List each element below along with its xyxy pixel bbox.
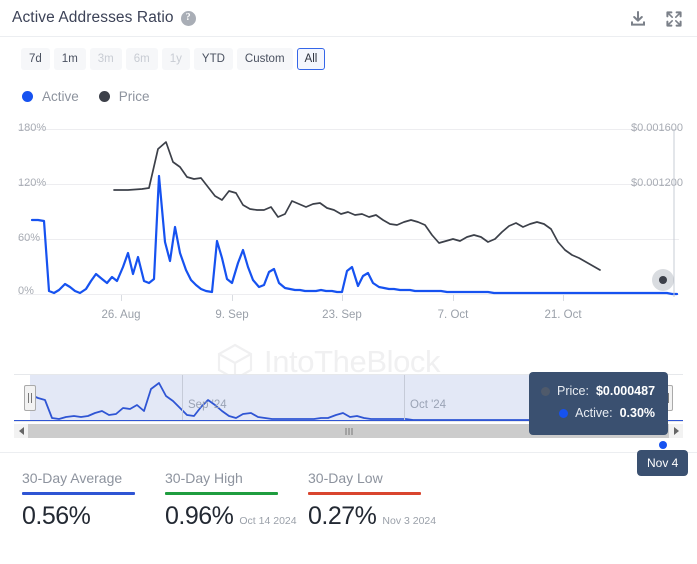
stat-30-day-low: 30-Day Low 0.27% Nov 3 2024 [308,470,451,529]
stat-date-high: Oct 14 2024 [239,515,296,529]
series-line-active [32,176,677,294]
stat-30-day-average: 30-Day Average 0.56% [22,470,165,529]
help-icon[interactable]: ? [181,11,196,26]
range-button-7d[interactable]: 7d [21,48,50,70]
tooltip-dot-price-icon [541,387,550,396]
x-tick-mark-3 [342,295,343,301]
active-point-dot [659,441,667,449]
stat-value-low: 0.27% [308,504,376,529]
navigator-divider-oct [404,375,405,421]
scrollbar-left-arrow-icon[interactable] [14,424,28,438]
range-button-all[interactable]: All [297,48,326,70]
stat-value-average: 0.56% [22,504,90,529]
stat-30-day-high: 30-Day High 0.96% Oct 14 2024 [165,470,308,529]
tooltip-key-active: Active: [575,403,613,425]
stat-title-low: 30-Day Low [308,470,451,486]
stat-date-low: Nov 3 2024 [382,515,436,529]
x-axis-tick-9-sep: 9. Sep [215,309,248,321]
legend-item-price[interactable]: Price [99,89,150,104]
x-tick-mark-2 [232,295,233,301]
x-axis-tick-26-aug: 26. Aug [101,309,140,321]
stat-rule-average [22,492,135,495]
tooltip-value-price: $0.000487 [596,381,655,403]
legend-label-active: Active [42,89,79,104]
x-tick-mark-5 [563,295,564,301]
x-axis: 26. Aug 9. Sep 23. Sep 7. Oct 21. Oct [0,295,697,323]
stat-rule-low [308,492,421,495]
time-range-selector: 7d 1m 3m 6m 1y YTD Custom All [0,37,697,80]
legend-dot-price-icon [99,91,110,102]
tooltip-date-badge: Nov 4 [637,450,688,476]
stat-value-high: 0.96% [165,504,233,529]
series-line-price [114,142,600,270]
range-button-1y: 1y [162,48,190,70]
legend-label-price: Price [119,89,150,104]
range-button-1m[interactable]: 1m [54,48,86,70]
chart-legend: Active Price [0,80,697,112]
range-button-custom[interactable]: Custom [237,48,293,70]
x-axis-tick-21-oct: 21. Oct [544,309,581,321]
chart-series-svg [18,129,679,299]
tooltip-value-active: 0.30% [620,403,655,425]
help-icon-glyph: ? [186,13,191,23]
stat-title-high: 30-Day High [165,470,308,486]
range-button-ytd[interactable]: YTD [194,48,233,70]
legend-item-active[interactable]: Active [22,89,79,104]
navigator-handle-left[interactable] [24,385,36,411]
tooltip-dot-active-icon [559,409,568,418]
navigator-label-sep: Sep '24 [188,399,227,411]
x-tick-mark-4 [453,295,454,301]
price-point-dot [659,276,667,284]
legend-dot-active-icon [22,91,33,102]
fullscreen-icon[interactable] [665,10,683,28]
scrollbar-right-arrow-icon[interactable] [669,424,683,438]
page-title: Active Addresses Ratio [0,9,174,27]
header-actions [629,0,683,37]
widget-header: Active Addresses Ratio ? [0,0,697,37]
stat-rule-high [165,492,278,495]
active-addresses-ratio-widget: Active Addresses Ratio ? 7d 1m 3m 6m 1y … [0,0,697,564]
download-icon[interactable] [629,10,647,28]
x-axis-tick-23-sep: 23. Sep [322,309,362,321]
scrollbar-grip-icon [345,424,352,438]
stats-panel: 30-Day Average 0.56% 30-Day High 0.96% O… [0,452,697,529]
range-button-3m: 3m [90,48,122,70]
tooltip-key-price: Price: [557,381,589,403]
range-button-6m: 6m [126,48,158,70]
stat-title-average: 30-Day Average [22,470,165,486]
tooltip-row-price: Price: $0.000487 [541,381,655,403]
chart-tooltip: Price: $0.000487 Active: 0.30% [529,372,668,435]
navigator-label-oct: Oct '24 [410,399,446,411]
chart-plot-area[interactable]: 180% 120% 60% 0% $0.001600 $0.001200 Int… [0,117,697,352]
x-axis-tick-7-oct: 7. Oct [438,309,469,321]
tooltip-row-active: Active: 0.30% [541,403,655,425]
x-tick-mark-1 [121,295,122,301]
navigator-divider-sep [182,375,183,421]
